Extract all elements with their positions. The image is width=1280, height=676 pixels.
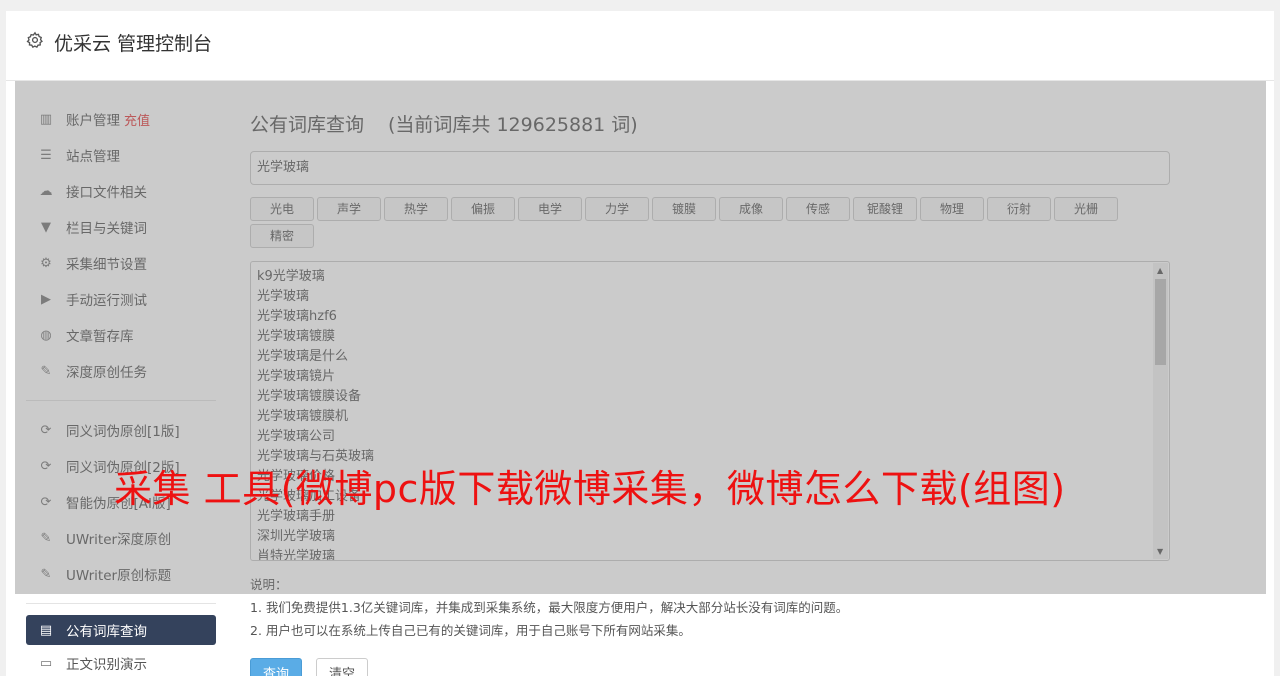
- sidebar-item[interactable]: ✎ 深度原创任务: [26, 353, 216, 389]
- sidebar-item-label: UWriter深度原创: [66, 532, 172, 548]
- edit-icon: ✎: [40, 566, 52, 582]
- list-item[interactable]: 光学玻璃镀膜设备: [257, 387, 1163, 407]
- keyword-results-list[interactable]: k9光学玻璃 光学玻璃 光学玻璃hzf6 光学玻璃镀膜 光学玻璃是什么 光学玻璃镜片 光学玻…: [250, 261, 1170, 561]
- category-tag[interactable]: 偏振: [451, 197, 515, 221]
- book-icon: ▤: [39, 622, 53, 638]
- refresh-icon: ⟳: [40, 494, 52, 510]
- sidebar-item[interactable]: ▼ 栏目与关键词: [26, 209, 216, 245]
- category-tag[interactable]: 物理: [920, 197, 984, 221]
- scroll-thumb[interactable]: [1155, 279, 1166, 365]
- list-item[interactable]: 光学玻璃镜片: [257, 367, 1163, 387]
- sidebar-item[interactable]: ⚙ 采集细节设置: [26, 245, 216, 281]
- sidebar-item-label: 栏目与关键词: [66, 221, 147, 237]
- sidebar-item-label: 文章暂存库: [66, 329, 134, 345]
- sidebar-item-label: UWriter原创标题: [66, 568, 172, 584]
- notes-title: 说明：: [250, 577, 288, 592]
- category-tag[interactable]: 力学: [585, 197, 649, 221]
- list-item[interactable]: 肖特光学玻璃: [257, 547, 1163, 560]
- sidebar-divider: [26, 400, 216, 401]
- bar-chart-icon: ▥: [39, 111, 53, 127]
- sidebar: ▥ 账户管理 充值 ☰ 站点管理 ☁ 接口文件相关 ▼ 栏目与关键词 ⚙ 采集细节设置 ▶ 手动运行测试…: [26, 101, 216, 676]
- sidebar-item-label: 接口文件相关: [66, 185, 147, 201]
- edit-icon: ✎: [40, 530, 52, 546]
- list-item[interactable]: k9光学玻璃: [257, 267, 1163, 287]
- sidebar-item[interactable]: ▤ 公有词库查询: [26, 615, 216, 645]
- watermark-text: 采集 工具(微博pc版下载微博采集，微博怎么下载(组图): [114, 467, 1066, 511]
- cloud-upload-icon: ☁: [39, 183, 53, 199]
- sidebar-item[interactable]: ✎ UWriter原创标题: [26, 556, 216, 592]
- keyword-search-input[interactable]: 光学玻璃: [250, 151, 1170, 185]
- list-item[interactable]: 光学玻璃是什么: [257, 347, 1163, 367]
- sidebar-item[interactable]: ▥ 账户管理 充值: [26, 101, 216, 137]
- gear-icon: [26, 31, 43, 49]
- sidebar-item[interactable]: ☁ 接口文件相关: [26, 173, 216, 209]
- results-scrollbar[interactable]: ▲ ▼: [1153, 263, 1168, 559]
- list-item[interactable]: 光学玻璃镀膜机: [257, 407, 1163, 427]
- category-tag[interactable]: 精密: [250, 224, 314, 248]
- sidebar-item-label: 正文识别演示: [66, 657, 147, 673]
- sidebar-item[interactable]: ▶ 手动运行测试: [26, 281, 216, 317]
- database-icon: ◍: [40, 327, 52, 343]
- refresh-icon: ⟳: [40, 422, 52, 438]
- filter-icon: ▼: [41, 219, 51, 235]
- list-item[interactable]: 深圳光学玻璃: [257, 527, 1163, 547]
- category-tag[interactable]: 电学: [518, 197, 582, 221]
- category-tag[interactable]: 热学: [384, 197, 448, 221]
- main-panel: 公有词库查询 (当前词库共 129625881 词) 光学玻璃 光电 声学 热学 偏振电…: [250, 101, 1170, 676]
- sidebar-item-label: 手动运行测试: [66, 293, 147, 309]
- sidebar-item[interactable]: ◍ 文章暂存库: [26, 317, 216, 353]
- category-tag[interactable]: 铌酸锂: [853, 197, 917, 221]
- scroll-up-icon[interactable]: ▲: [1157, 266, 1163, 275]
- sidebar-item-label: 站点管理: [66, 149, 120, 165]
- monitor-icon: ▭: [39, 655, 53, 671]
- sidebar-item[interactable]: ⟳ 同义词伪原创[1版]: [26, 412, 216, 448]
- cogs-icon: ⚙: [40, 255, 52, 271]
- query-button[interactable]: 查询: [250, 658, 303, 676]
- sidebar-item[interactable]: ▭ 正文识别演示: [26, 645, 216, 676]
- sidebar-item-label: 公有词库查询: [66, 624, 147, 640]
- category-tags: 光电 声学 热学 偏振 电学 力学 镀膜 成像 传感 铌酸锂 物理 衍射 光栅精密: [250, 197, 1170, 251]
- action-buttons: 查询 清空: [250, 658, 1170, 676]
- page-title: 公有词库查询 (当前词库共 129625881 词): [250, 101, 1170, 149]
- app-title: 优采云 管理控制台: [54, 33, 213, 55]
- sidebar-item[interactable]: ☰ 站点管理: [26, 137, 216, 173]
- note-line: 2. 用户也可以在系统上传自己已有的关键词库，用于自己账号下所有网站采集。: [250, 623, 691, 638]
- list-item[interactable]: 光学玻璃公司: [257, 427, 1163, 447]
- server-icon: ☰: [40, 147, 52, 163]
- recharge-link[interactable]: 充值: [124, 110, 150, 129]
- top-header: 优采云 管理控制台: [6, 11, 1274, 81]
- word-count-text: (当前词库共 129625881 词): [388, 114, 638, 136]
- category-tag[interactable]: 光电: [250, 197, 314, 221]
- category-tag[interactable]: 成像: [719, 197, 783, 221]
- scroll-down-icon[interactable]: ▼: [1157, 547, 1163, 556]
- list-item[interactable]: 光学玻璃镀膜: [257, 327, 1163, 347]
- category-tag[interactable]: 声学: [317, 197, 381, 221]
- edit-icon: ✎: [40, 363, 52, 379]
- sidebar-item-label: 深度原创任务: [66, 365, 147, 381]
- notes: 说明： 1. 我们免费提供1.3亿关键词库，并集成到采集系统，最大限度方便用户，…: [250, 573, 1170, 642]
- sidebar-item-label: 同义词伪原创[1版]: [66, 424, 180, 440]
- refresh-icon: ⟳: [40, 458, 52, 474]
- sidebar-divider: [26, 603, 216, 604]
- note-line: 1. 我们免费提供1.3亿关键词库，并集成到采集系统，最大限度方便用户，解决大部…: [250, 600, 849, 615]
- category-tag[interactable]: 衍射: [987, 197, 1051, 221]
- play-circle-icon: ▶: [41, 291, 51, 307]
- category-tag[interactable]: 光栅: [1054, 197, 1118, 221]
- category-tag[interactable]: 传感: [786, 197, 850, 221]
- page-title-text: 公有词库查询: [250, 114, 365, 136]
- sidebar-item-label: 采集细节设置: [66, 257, 147, 273]
- sidebar-item[interactable]: ✎ UWriter深度原创: [26, 520, 216, 556]
- clear-button[interactable]: 清空: [316, 658, 369, 676]
- category-tag[interactable]: 镀膜: [652, 197, 716, 221]
- list-item[interactable]: 光学玻璃hzf6: [257, 307, 1163, 327]
- sidebar-item-label: 账户管理: [66, 113, 120, 129]
- list-item[interactable]: 光学玻璃: [257, 287, 1163, 307]
